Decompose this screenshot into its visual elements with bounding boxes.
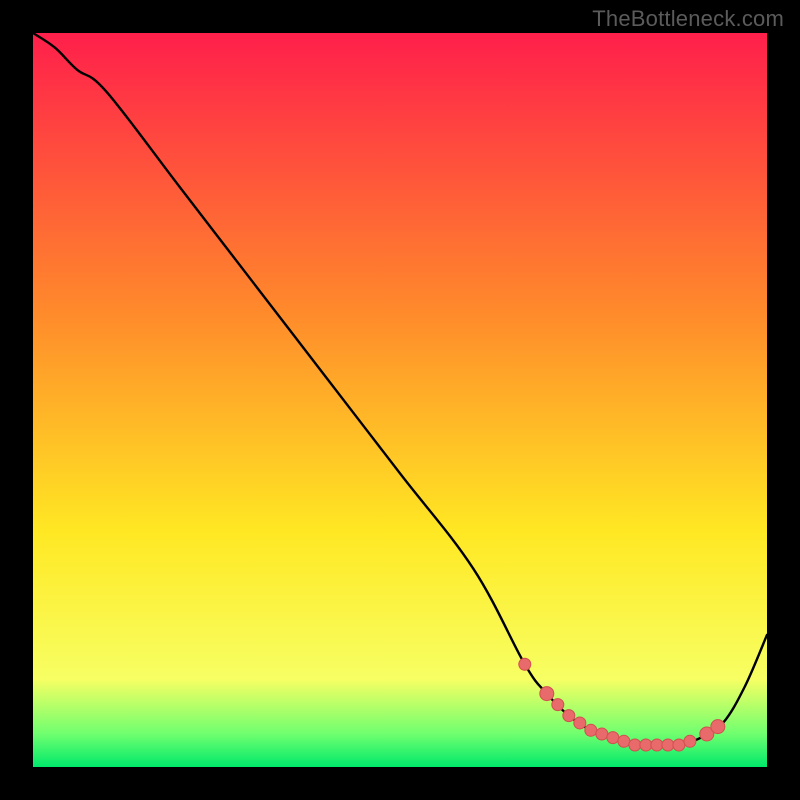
curve-marker — [596, 728, 608, 740]
curve-marker — [640, 739, 652, 751]
curve-marker — [673, 739, 685, 751]
curve-marker — [711, 720, 725, 734]
chart-frame: TheBottleneck.com — [0, 0, 800, 800]
curve-marker — [585, 724, 597, 736]
curve-marker — [651, 739, 663, 751]
curve-marker — [563, 710, 575, 722]
curve-marker — [519, 658, 531, 670]
curve-marker — [552, 699, 564, 711]
curve-marker — [629, 739, 641, 751]
curve-marker — [540, 687, 554, 701]
gradient-background — [33, 33, 767, 767]
curve-marker — [618, 735, 630, 747]
plot-area — [33, 33, 767, 767]
curve-marker — [684, 735, 696, 747]
curve-marker — [607, 732, 619, 744]
gradient-line-chart — [33, 33, 767, 767]
watermark-label: TheBottleneck.com — [592, 6, 784, 32]
curve-marker — [662, 739, 674, 751]
curve-marker — [574, 717, 586, 729]
